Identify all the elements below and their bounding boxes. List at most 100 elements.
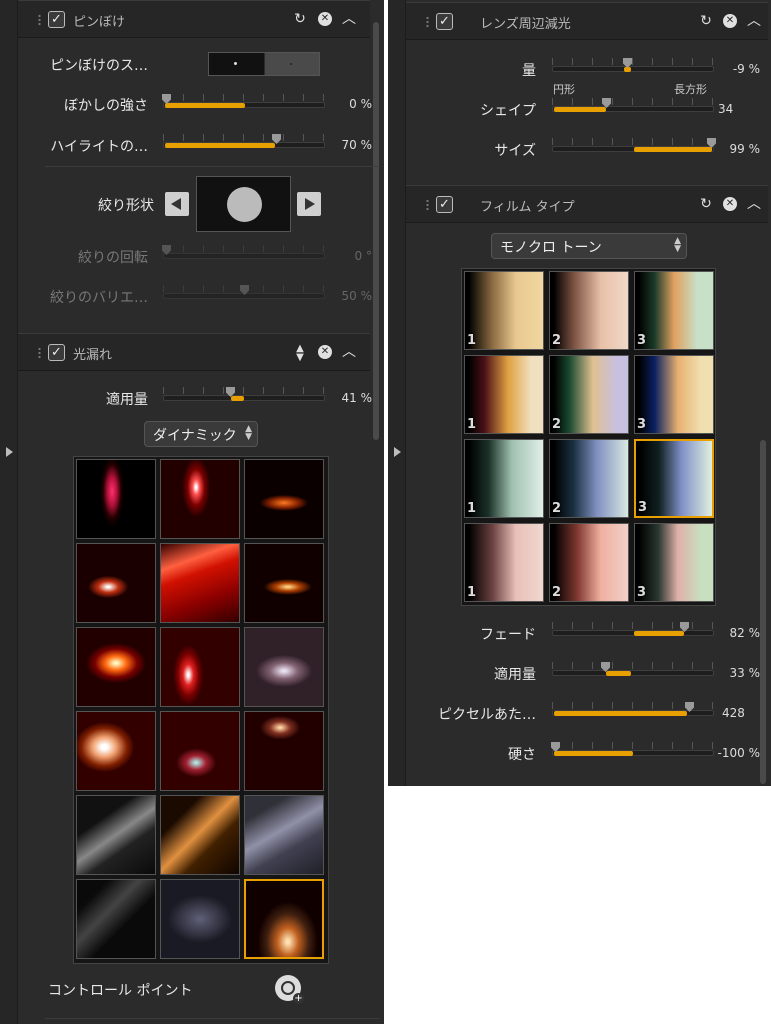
film-tile[interactable]: 1 bbox=[464, 523, 544, 602]
flare-tile[interactable] bbox=[160, 879, 240, 959]
flare-tile[interactable] bbox=[244, 459, 324, 539]
film-hardness-slider[interactable] bbox=[551, 742, 714, 760]
grip-icon[interactable] bbox=[426, 16, 429, 28]
shape-max-label: 長方形 bbox=[674, 83, 707, 96]
flare-tile[interactable] bbox=[76, 795, 156, 875]
film-tile[interactable]: 3 bbox=[634, 271, 714, 350]
flare-tile[interactable] bbox=[76, 459, 156, 539]
bokeh-blur-slider[interactable] bbox=[162, 94, 325, 112]
film-tile[interactable]: 1 bbox=[464, 439, 544, 518]
flare-tile[interactable] bbox=[160, 627, 240, 707]
flare-tile[interactable] bbox=[160, 543, 240, 623]
flare-amount-slider[interactable] bbox=[163, 387, 325, 405]
flare-tile[interactable] bbox=[76, 711, 156, 791]
crosshair-icon bbox=[281, 981, 295, 995]
film-pixel-slider[interactable] bbox=[552, 702, 714, 720]
chevron-up-icon[interactable]: ︿ bbox=[745, 195, 763, 213]
grip-icon[interactable] bbox=[38, 14, 41, 26]
aperture-variation-label: 絞りのバリエ… bbox=[50, 290, 148, 306]
dot-icon bbox=[290, 63, 292, 65]
bokeh-scale-label: ピンぼけのス… bbox=[50, 58, 148, 74]
film-fade-slider[interactable] bbox=[552, 622, 714, 640]
flare-tile-selected[interactable] bbox=[244, 879, 324, 959]
chevron-up-icon[interactable]: ︿ bbox=[745, 12, 763, 30]
dot-icon bbox=[234, 62, 237, 65]
vignette-amount-slider[interactable] bbox=[552, 58, 714, 76]
vignette-enable-checkbox[interactable]: ✓ bbox=[436, 13, 453, 30]
vignette-shape-label: シェイプ bbox=[480, 103, 536, 119]
bokeh-blur-label: ぼかしの強さ bbox=[64, 98, 148, 114]
bokeh-section-header[interactable]: ✓ ピンぼけ ↻ ✕ ︿ bbox=[18, 0, 370, 38]
scale-option-small[interactable] bbox=[209, 53, 264, 75]
reset-icon[interactable]: ↻ bbox=[697, 195, 715, 213]
shape-min-label: 円形 bbox=[553, 83, 575, 96]
vignette-size-slider[interactable] bbox=[552, 138, 716, 156]
film-section-header[interactable]: ✓ フィルム タイプ ↻ ✕ ︿ bbox=[406, 185, 768, 223]
grip-icon[interactable] bbox=[38, 347, 41, 359]
flare-amount-value: 41 % bbox=[341, 391, 373, 405]
grip-icon[interactable] bbox=[426, 199, 429, 211]
next-shape-button[interactable] bbox=[297, 192, 321, 216]
expand-arrow-icon bbox=[6, 447, 13, 457]
chevron-up-icon[interactable]: ︿ bbox=[340, 10, 358, 28]
bokeh-blur-value: 0 % bbox=[349, 97, 372, 111]
film-tile[interactable]: 2 bbox=[549, 355, 629, 434]
bokeh-highlight-value: 70 % bbox=[341, 138, 373, 152]
aperture-variation-slider[interactable] bbox=[163, 285, 325, 303]
flare-preset-grid bbox=[73, 456, 329, 964]
reset-icon[interactable]: ↻ bbox=[697, 12, 715, 30]
film-tile[interactable]: 1 bbox=[464, 355, 544, 434]
bokeh-enable-checkbox[interactable]: ✓ bbox=[48, 11, 65, 28]
vignette-section-header[interactable]: ✓ レンズ周辺減光 ↻ ✕ ︿ bbox=[406, 2, 768, 40]
vignette-size-value: 99 % bbox=[729, 142, 761, 156]
bokeh-scale-segment[interactable] bbox=[208, 52, 320, 76]
flare-tile[interactable] bbox=[160, 711, 240, 791]
vignette-shape-slider[interactable] bbox=[552, 98, 714, 116]
chevron-up-icon[interactable]: ︿ bbox=[340, 343, 358, 361]
flare-preset-dropdown[interactable]: ダイナミック ▲ ▼ bbox=[144, 421, 258, 447]
flare-tile[interactable] bbox=[244, 627, 324, 707]
scale-option-large[interactable] bbox=[265, 53, 319, 75]
close-icon[interactable]: ✕ bbox=[723, 197, 737, 211]
flare-tile[interactable] bbox=[160, 459, 240, 539]
close-icon[interactable]: ✕ bbox=[318, 12, 332, 26]
film-tile[interactable]: 3 bbox=[634, 523, 714, 602]
updown-chevron-icon: ▲ ▼ bbox=[245, 424, 252, 442]
flare-enable-checkbox[interactable]: ✓ bbox=[48, 344, 65, 361]
film-pixel-value: 428 bbox=[722, 706, 745, 720]
film-tile[interactable]: 2 bbox=[549, 271, 629, 350]
left-panel: ✓ ピンぼけ ↻ ✕ ︿ ピンぼけのス… ぼかしの強さ 0 % ハイライトの… … bbox=[0, 0, 384, 1024]
film-tile[interactable]: 3 bbox=[634, 355, 714, 434]
close-icon[interactable]: ✕ bbox=[318, 345, 332, 359]
close-icon[interactable]: ✕ bbox=[723, 14, 737, 28]
film-preset-dropdown[interactable]: モノクロ トーン ▲ ▼ bbox=[491, 233, 687, 259]
right-scrollbar[interactable] bbox=[760, 440, 766, 784]
flare-tile[interactable] bbox=[76, 543, 156, 623]
film-tile[interactable]: 2 bbox=[549, 523, 629, 602]
aperture-rotation-label: 絞りの回転 bbox=[78, 250, 148, 266]
add-control-point-button[interactable]: + bbox=[275, 975, 304, 1004]
right-collapse-strip[interactable] bbox=[388, 0, 406, 786]
film-fade-value: 82 % bbox=[729, 626, 761, 640]
previous-shape-button[interactable] bbox=[165, 192, 189, 216]
film-tile[interactable]: 1 bbox=[464, 271, 544, 350]
flare-tile[interactable] bbox=[76, 627, 156, 707]
flare-section-header[interactable]: ✓ 光漏れ ▲ ▼ ✕ ︿ bbox=[18, 333, 370, 371]
film-enable-checkbox[interactable]: ✓ bbox=[436, 196, 453, 213]
bokeh-highlight-slider[interactable] bbox=[163, 134, 325, 152]
aperture-variation-value: 50 % bbox=[341, 289, 373, 303]
aperture-rotation-slider[interactable] bbox=[162, 245, 325, 263]
film-tile[interactable]: 2 bbox=[549, 439, 629, 518]
flare-tile[interactable] bbox=[244, 711, 324, 791]
left-collapse-strip[interactable] bbox=[0, 0, 18, 1024]
flare-tile[interactable] bbox=[244, 543, 324, 623]
flare-tile[interactable] bbox=[160, 795, 240, 875]
left-scrollbar[interactable] bbox=[373, 22, 379, 440]
reset-icon[interactable]: ↻ bbox=[291, 10, 309, 28]
flare-tile[interactable] bbox=[244, 795, 324, 875]
flare-tile[interactable] bbox=[76, 879, 156, 959]
film-amount-slider[interactable] bbox=[552, 662, 714, 680]
reorder-updown-icon[interactable]: ▲ ▼ bbox=[291, 343, 309, 363]
vignette-amount-value: -9 % bbox=[732, 62, 760, 76]
film-tile-selected[interactable]: 3 bbox=[634, 439, 714, 518]
